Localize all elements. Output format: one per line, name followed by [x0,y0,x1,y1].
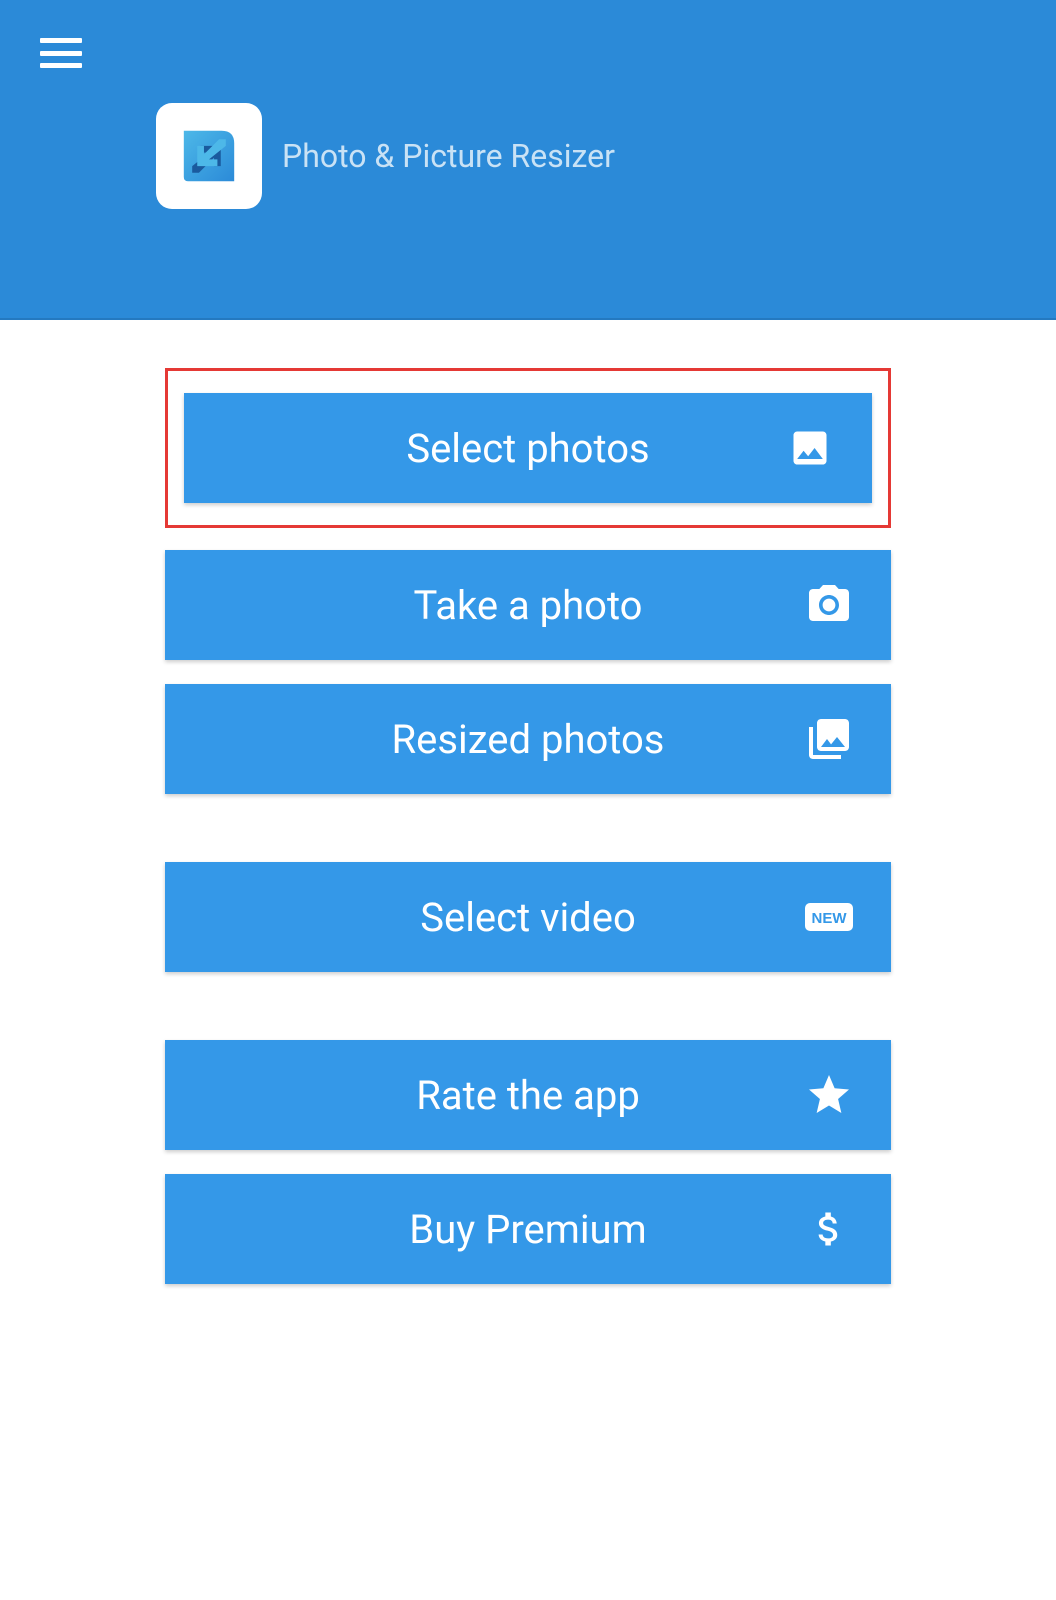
take-photo-button[interactable]: Take a photo [165,550,891,660]
button-label: Rate the app [416,1072,640,1119]
svg-text:NEW: NEW [812,910,848,927]
app-header: Photo & Picture Resizer [0,0,1056,320]
app-info: Photo & Picture Resizer [156,103,615,209]
button-label: Buy Premium [409,1206,646,1253]
button-label: Resized photos [392,716,665,763]
button-label: Take a photo [414,582,643,629]
select-photos-button[interactable]: Select photos [184,393,872,503]
main-content: Select photos Take a photo Resized photo… [0,320,1056,1308]
image-icon [786,424,834,472]
resized-photos-button[interactable]: Resized photos [165,684,891,794]
new-badge-icon: NEW [805,893,853,941]
highlight-box: Select photos [165,368,891,528]
button-label: Select video [420,894,636,941]
camera-icon [805,581,853,629]
star-icon [805,1071,853,1119]
rate-app-button[interactable]: Rate the app [165,1040,891,1150]
button-label: Select photos [406,425,649,472]
gallery-icon [805,715,853,763]
select-video-button[interactable]: Select video NEW [165,862,891,972]
app-title: Photo & Picture Resizer [282,137,615,175]
buy-premium-button[interactable]: Buy Premium [165,1174,891,1284]
app-logo-icon [156,103,262,209]
hamburger-menu-button[interactable] [40,38,82,68]
dollar-icon [805,1205,853,1253]
